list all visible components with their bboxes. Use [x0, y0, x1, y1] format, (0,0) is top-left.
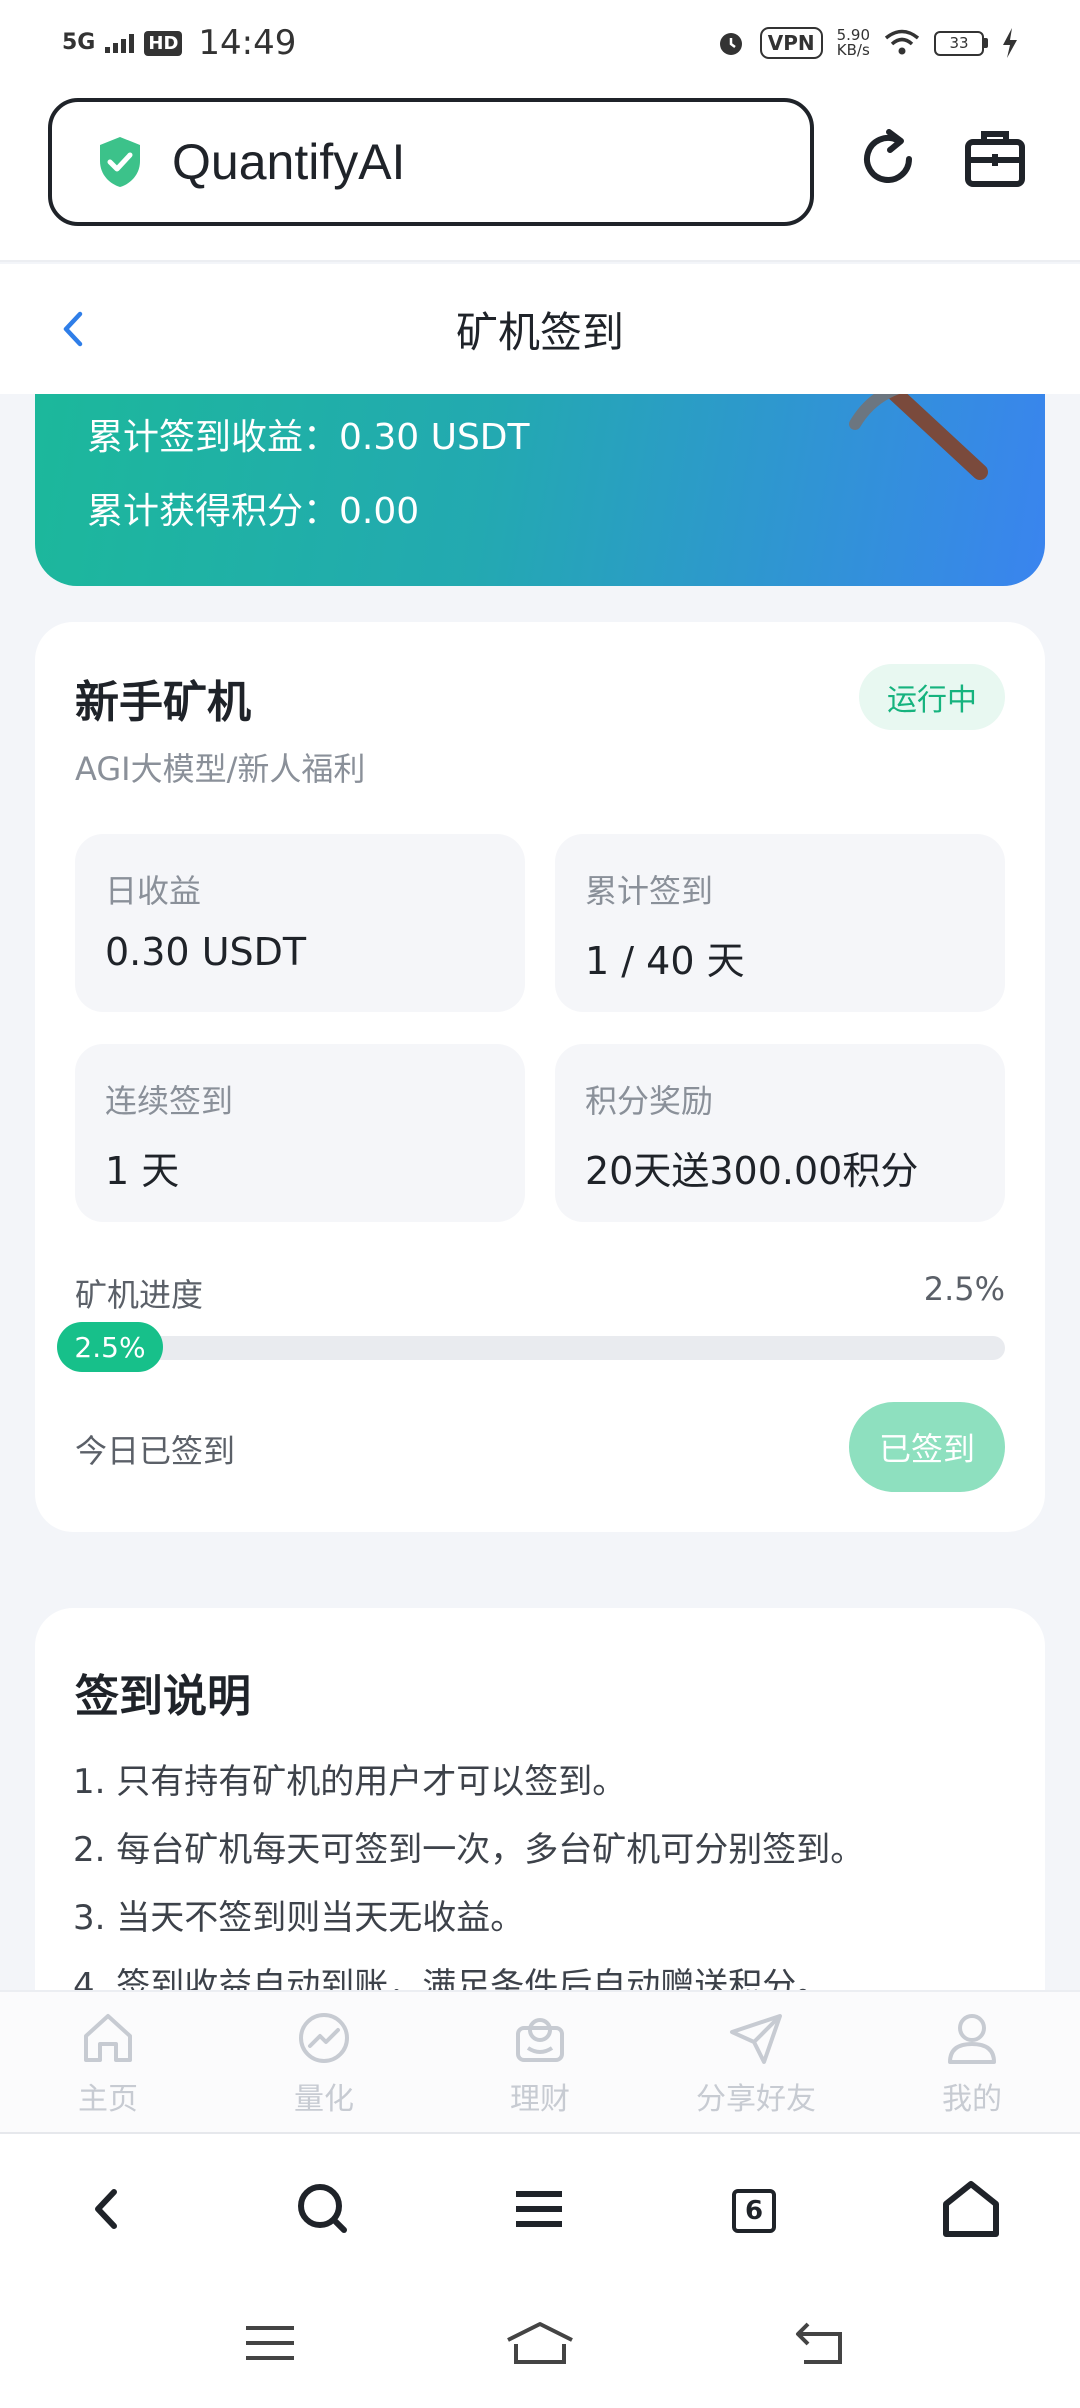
- browser-back-icon[interactable]: [72, 2174, 142, 2244]
- progress-bubble: 2.5%: [57, 1322, 163, 1372]
- charging-icon: [1003, 28, 1017, 58]
- wifi-icon: [884, 29, 920, 55]
- total-points: 累计获得积分：0.00: [87, 491, 420, 532]
- tab-label: 量化: [294, 2082, 354, 2117]
- tab-label: 主页: [78, 2082, 138, 2117]
- clock: 14:49: [198, 23, 297, 63]
- status-bar: 5G HD 14:49 VPN 5.90 KB/s 33: [0, 0, 1080, 86]
- hd-badge: HD: [144, 30, 183, 56]
- stat-label: 积分奖励: [585, 1082, 714, 1120]
- today-status: 今日已签到: [75, 1432, 236, 1470]
- total-income: 累计签到收益：0.30 USDT: [87, 417, 530, 458]
- stat-value: 0.30 USDT: [105, 930, 307, 974]
- stat-label: 日收益: [105, 872, 202, 910]
- stat-daily-income: 日收益 0.30 USDT: [75, 834, 525, 1012]
- tab-label: 理财: [510, 2082, 570, 2117]
- tabs-count-button[interactable]: 6: [732, 2189, 776, 2233]
- tab-finance[interactable]: 理财: [432, 1992, 648, 2134]
- rule-item: 1. 只有持有矿机的用户才可以签到。: [73, 1762, 627, 1802]
- stat-label: 累计签到: [585, 872, 714, 910]
- system-nav-bar: [0, 2282, 1080, 2408]
- instructions-title: 签到说明: [75, 1671, 251, 1722]
- summary-banner: 累计签到收益：0.30 USDT 累计获得积分：0.00: [35, 394, 1045, 586]
- signal-icon: [105, 33, 135, 53]
- stat-streak: 连续签到 1 天: [75, 1044, 525, 1222]
- user-icon: [948, 2014, 996, 2064]
- page-title: 矿机签到: [455, 307, 624, 357]
- tab-home[interactable]: 主页: [0, 1992, 216, 2134]
- stat-total-checkins: 累计签到 1 / 40 天: [555, 834, 1005, 1012]
- stat-value: 1 天: [105, 1149, 180, 1193]
- shield-check-icon: [100, 137, 140, 187]
- system-back-icon[interactable]: [792, 2318, 852, 2368]
- progress-track: [75, 1336, 1005, 1360]
- site-name: QuantifyAI: [172, 134, 406, 190]
- alarm-icon: [719, 33, 742, 55]
- tab-label: 分享好友: [696, 2082, 816, 2117]
- rule-item: 2. 每台矿机每天可签到一次，多台矿机可分别签到。: [73, 1830, 865, 1870]
- search-icon[interactable]: [288, 2174, 358, 2244]
- tab-quant[interactable]: 量化: [216, 1992, 432, 2134]
- home-icon: [84, 2014, 132, 2062]
- stat-value: 1 / 40 天: [585, 939, 745, 983]
- menu-icon[interactable]: [504, 2174, 574, 2244]
- toolbox-icon[interactable]: [960, 124, 1030, 194]
- refresh-icon[interactable]: [853, 124, 923, 194]
- system-home-icon[interactable]: [504, 2318, 576, 2368]
- stat-points-reward: 积分奖励 20天送300.00积分: [555, 1044, 1005, 1222]
- rule-item: 3. 当天不签到则当天无收益。: [73, 1898, 525, 1938]
- back-arrow-icon[interactable]: [50, 304, 100, 354]
- network-type: 5G: [62, 30, 96, 55]
- battery-icon: 33: [934, 30, 988, 56]
- trend-icon: [299, 2013, 349, 2063]
- send-icon: [730, 2014, 782, 2064]
- miner-name: 新手矿机: [75, 677, 251, 728]
- progress-percent: 2.5%: [923, 1270, 1005, 1308]
- miner-subtitle: AGI大模型/新人福利: [75, 750, 366, 788]
- tab-profile[interactable]: 我的: [864, 1992, 1080, 2134]
- recent-apps-icon[interactable]: [240, 2318, 300, 2368]
- network-speed: 5.90 KB/s: [837, 28, 870, 58]
- browser-nav-bar: [0, 2132, 1080, 2282]
- signed-button[interactable]: 已签到: [849, 1402, 1005, 1492]
- vpn-badge: VPN: [759, 27, 823, 59]
- pickaxe-icon: [849, 394, 988, 480]
- tab-label: 我的: [942, 2082, 1002, 2117]
- stat-label: 连续签到: [105, 1082, 234, 1120]
- app-tab-bar: 主页 量化 理财 分享好友 我的: [0, 1990, 1080, 2132]
- home-icon[interactable]: [936, 2174, 1006, 2244]
- address-bar[interactable]: QuantifyAI: [48, 98, 814, 226]
- speed-unit: KB/s: [836, 41, 870, 59]
- stat-value: 20天送300.00积分: [585, 1149, 919, 1193]
- miner-card: 新手矿机 运行中 AGI大模型/新人福利 日收益 0.30 USDT 累计签到 …: [35, 622, 1045, 1532]
- wallet-icon: [516, 2018, 564, 2062]
- tab-share[interactable]: 分享好友: [648, 1992, 864, 2134]
- status-badge: 运行中: [859, 664, 1005, 730]
- browser-toolbar: QuantifyAI: [0, 86, 1080, 262]
- page-header: 矿机签到: [0, 264, 1080, 394]
- progress-label: 矿机进度: [75, 1276, 204, 1314]
- battery-level: 33: [934, 30, 984, 56]
